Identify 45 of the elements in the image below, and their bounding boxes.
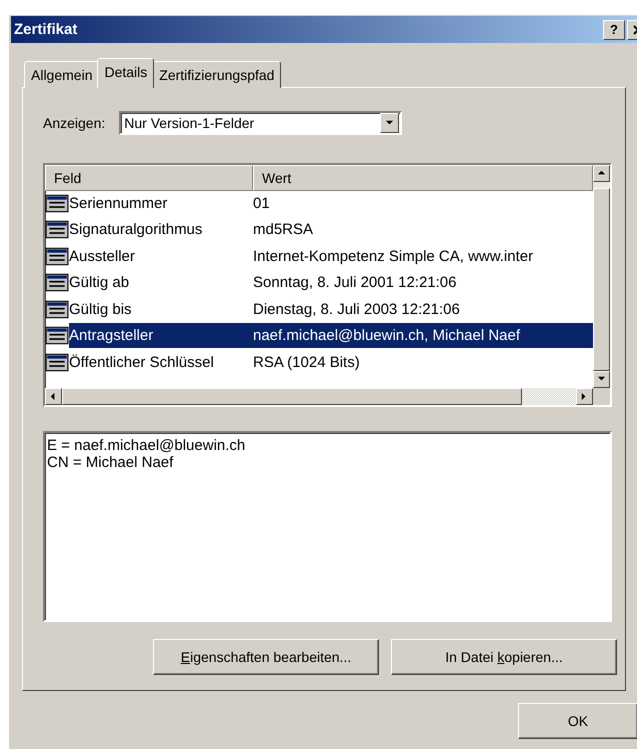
field-icon xyxy=(45,325,69,346)
detail-line: E = naef.michael@bluewin.ch xyxy=(47,437,246,454)
field-cell[interactable]: Seriennummer xyxy=(69,190,253,216)
field-cell[interactable]: Gültig ab xyxy=(69,270,253,295)
scroll-thumb[interactable] xyxy=(593,188,610,371)
scroll-right-button[interactable] xyxy=(576,388,593,405)
value-cell[interactable]: Sonntag, 8. Juli 2001 12:21:06 xyxy=(253,270,593,295)
field-cell[interactable]: Gültig bis xyxy=(69,296,253,322)
scroll-up-button[interactable] xyxy=(593,165,610,182)
tab[interactable]: Allgemein xyxy=(24,61,100,88)
scroll-thumb[interactable] xyxy=(62,388,522,405)
field-icon xyxy=(45,246,69,266)
value-cell[interactable]: Dienstag, 8. Juli 2003 12:21:06 xyxy=(253,296,593,322)
scroll-left-button[interactable] xyxy=(45,388,62,405)
dropdown-button[interactable] xyxy=(380,113,400,133)
show-label: Anzeigen: xyxy=(43,115,106,131)
column-header[interactable]: Wert xyxy=(253,165,593,191)
show-dropdown[interactable]: Nur Version-1-Felder xyxy=(119,111,402,135)
value-cell[interactable]: naef.michael@bluewin.ch, Michael Naef xyxy=(253,323,593,348)
window-title: Zertifikat xyxy=(14,21,78,38)
value-cell[interactable]: Internet-Kompetenz Simple CA, www.inter xyxy=(253,244,593,268)
field-icon xyxy=(45,272,69,293)
field-icon xyxy=(45,192,69,214)
column-header[interactable]: Feld xyxy=(45,165,253,191)
field-icon xyxy=(45,352,69,372)
horizontal-scrollbar[interactable] xyxy=(45,388,593,405)
tab[interactable]: Details xyxy=(97,58,154,88)
ok-button[interactable]: OK xyxy=(518,703,637,739)
value-cell[interactable]: RSA (1024 Bits) xyxy=(253,350,593,374)
field-cell[interactable]: Aussteller xyxy=(69,244,253,268)
detail-line: CN = Michael Naef xyxy=(47,454,174,471)
field-icon xyxy=(45,219,69,240)
vertical-scrollbar[interactable] xyxy=(593,165,610,388)
help-button[interactable]: ? xyxy=(603,20,625,40)
field-cell[interactable]: Signaturalgorithmus xyxy=(69,217,253,242)
tab[interactable]: Zertifizierungspfad xyxy=(152,61,282,88)
copy-to-file-button[interactable]: In Datei kopieren... xyxy=(391,639,617,675)
field-icon xyxy=(45,298,69,320)
value-cell[interactable]: 01 xyxy=(253,190,593,216)
scroll-down-button[interactable] xyxy=(593,371,610,388)
value-cell[interactable]: md5RSA xyxy=(253,217,593,242)
scrollbar-corner xyxy=(593,388,610,405)
field-cell[interactable]: Antragsteller xyxy=(69,323,253,348)
edit-properties-button[interactable]: Eigenschaften bearbeiten... xyxy=(153,639,379,675)
field-cell[interactable]: Öffentlicher Schlüssel xyxy=(69,350,253,374)
